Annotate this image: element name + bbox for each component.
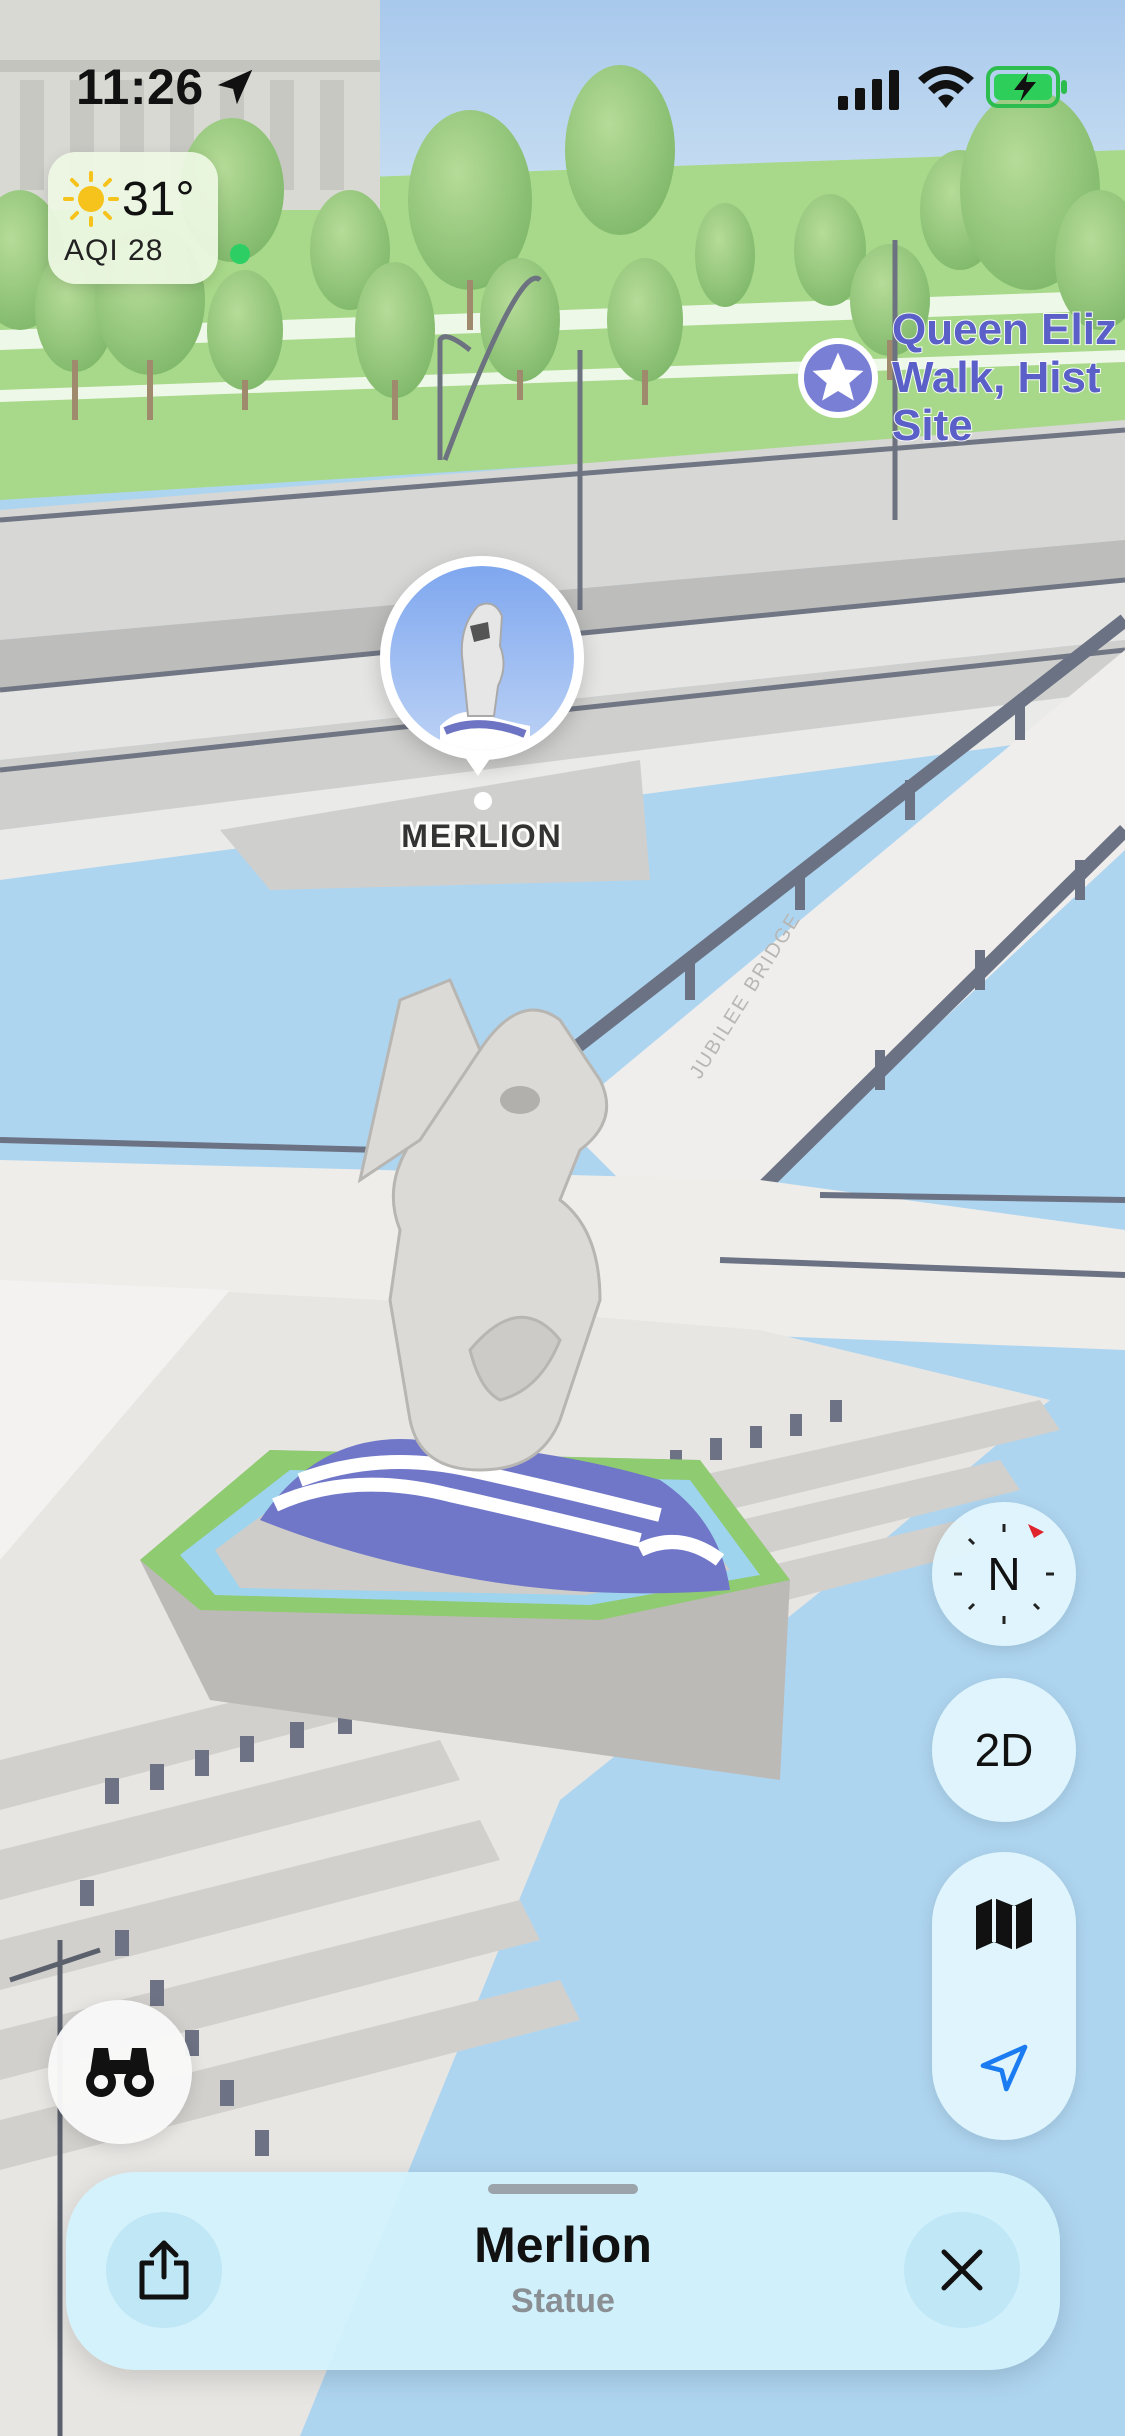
pin-location-dot: [474, 792, 492, 810]
pin-pointer: [460, 750, 496, 776]
close-button[interactable]: [904, 2212, 1020, 2328]
map-controls-group: [932, 1852, 1076, 2140]
location-arrow-icon: [217, 69, 253, 105]
compass-label: N: [987, 1548, 1020, 1600]
compass-button[interactable]: N: [932, 1502, 1076, 1646]
poi-marker[interactable]: [798, 338, 878, 418]
map-icon: [976, 1898, 1032, 1950]
view-2d-toggle[interactable]: 2D: [932, 1678, 1076, 1822]
binoculars-icon: [86, 2048, 154, 2097]
aqi-label: AQI 28: [64, 234, 164, 267]
current-location-button[interactable]: [932, 1996, 1076, 2140]
look-around-button[interactable]: [48, 2000, 192, 2144]
location-arrow-icon: [980, 2044, 1028, 2092]
battery-charging-icon: [986, 66, 1067, 108]
status-time: 11:26: [76, 59, 204, 115]
sheet-grabber[interactable]: [488, 2184, 638, 2194]
close-icon: [941, 2249, 983, 2291]
aqi-status-dot: [230, 244, 250, 264]
cellular-signal-icon: [838, 70, 899, 110]
weather-widget[interactable]: 31° AQI 28: [48, 152, 250, 284]
wifi-icon: [918, 66, 974, 108]
place-card-sheet[interactable]: Merlion Statue: [66, 2172, 1060, 2370]
pin-label[interactable]: MERLION: [360, 815, 604, 857]
sun-icon: [63, 171, 119, 227]
map-mode-button[interactable]: [932, 1852, 1076, 1996]
merlion-statue-thumbnail: [390, 566, 574, 750]
status-bar: 11:26: [0, 0, 1125, 150]
star-icon: [812, 352, 864, 401]
compass-icon: N: [954, 1524, 1054, 1624]
selected-place-pin[interactable]: [380, 556, 584, 760]
poi-label[interactable]: Queen Eliz Walk, Hist Site: [891, 305, 1118, 451]
temperature: 31°: [122, 173, 195, 226]
